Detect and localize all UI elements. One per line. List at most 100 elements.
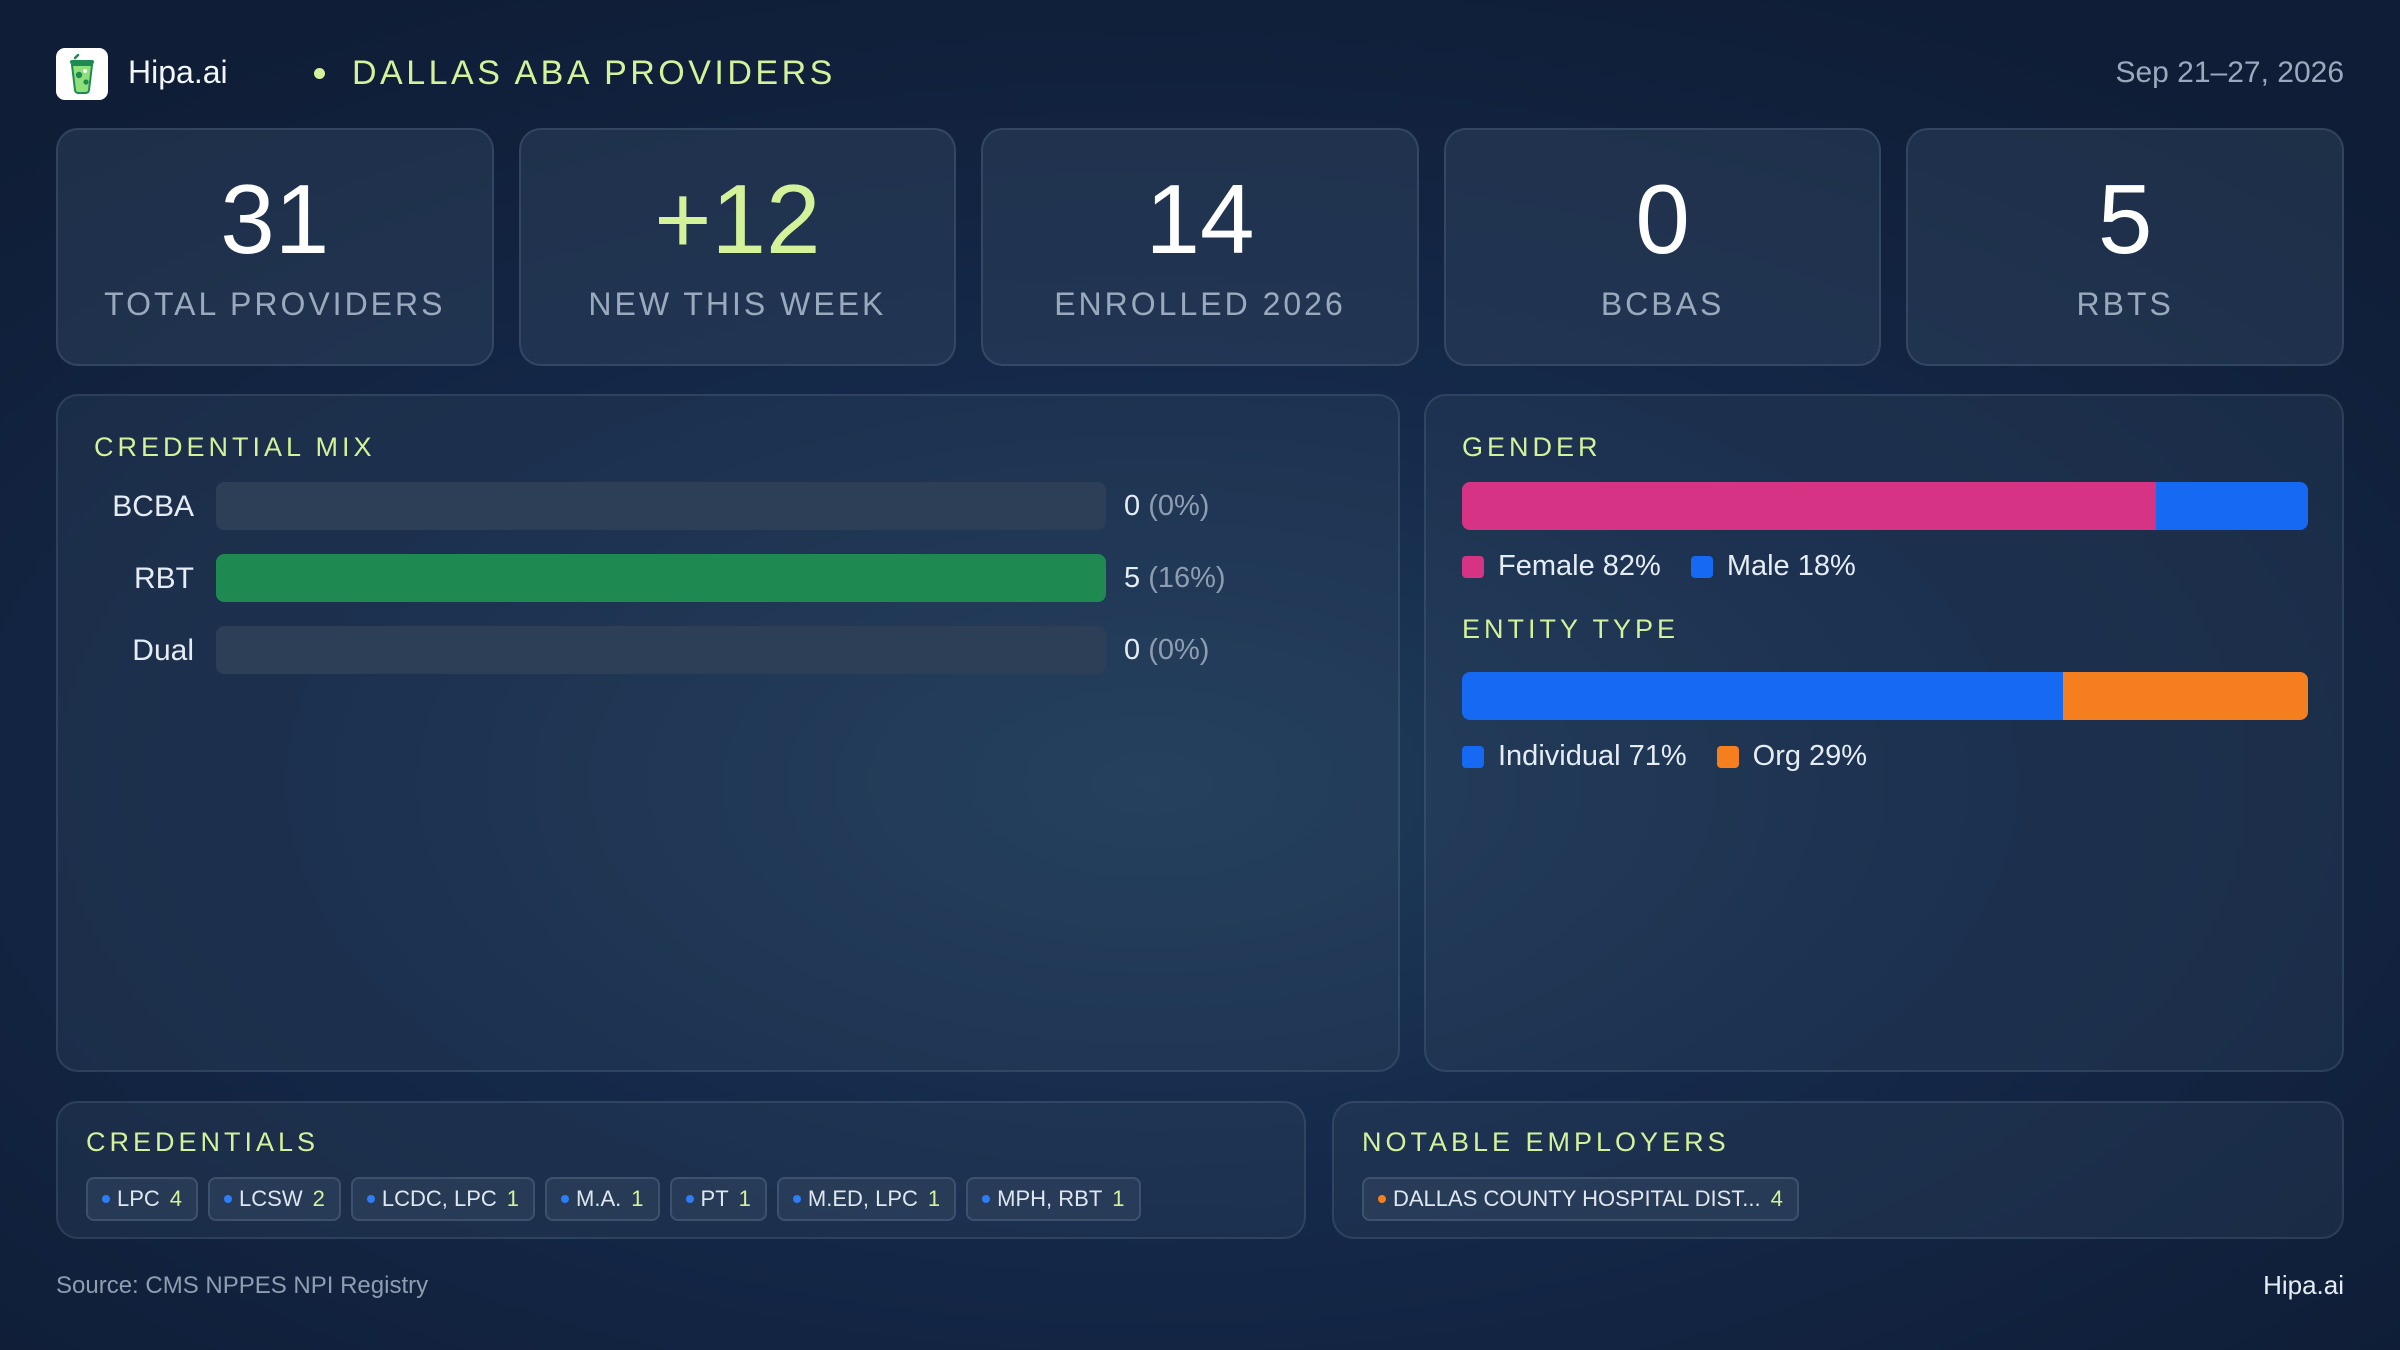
- bar-label: BCBA: [112, 490, 194, 523]
- legend-item-female: Female 82%: [1462, 550, 1661, 583]
- chip-count: 1: [631, 1186, 644, 1211]
- chip-label: LPC: [117, 1186, 160, 1211]
- legend-swatch: [1462, 555, 1484, 578]
- employer-chips: DALLAS COUNTY HOSPITAL DIST... 4: [1362, 1177, 1799, 1221]
- chip-label: PT: [700, 1186, 729, 1211]
- bar-value: 0 (0%): [1124, 634, 1209, 667]
- bar-fill: [216, 554, 1106, 602]
- chip-count: 1: [927, 1186, 941, 1211]
- separator-dot: [314, 68, 325, 79]
- gender-title: GENDER: [1462, 432, 1602, 462]
- chip-label: M.A.: [576, 1186, 622, 1211]
- footer-source: Source: CMS NPPES NPI Registry: [56, 1272, 429, 1299]
- bar-percent: (16%): [1148, 562, 1226, 594]
- kpi-label: RBTS: [2076, 286, 2174, 322]
- chip-count: 1: [506, 1186, 520, 1211]
- kpi-value: 5: [2097, 164, 2153, 274]
- panel-title: CREDENTIALS: [86, 1127, 320, 1157]
- chip-label: DALLAS COUNTY HOSPITAL DIST...: [1393, 1186, 1761, 1211]
- logo[interactable]: [56, 48, 108, 100]
- chip-dot: [792, 1195, 801, 1203]
- app-name: Hipa.ai: [128, 54, 228, 90]
- legend-label: Female 82%: [1498, 550, 1661, 582]
- kpi-label: BCBAS: [1600, 286, 1725, 322]
- chip-count: 2: [312, 1186, 325, 1211]
- bar-count: 0: [1124, 490, 1141, 522]
- chip-label: LCSW: [239, 1186, 303, 1211]
- chip-dot: [366, 1195, 375, 1203]
- bar-percent: (0%): [1148, 634, 1210, 666]
- legend-swatch: [1716, 745, 1739, 768]
- page-title: DALLAS ABA PROVIDERS: [352, 54, 836, 92]
- credentials-panel: CREDENTIALS LPC 4 LCSW 2 LCDC, LPC 1 M.A…: [56, 1101, 1306, 1239]
- bar-value: 0 (0%): [1124, 490, 1209, 523]
- gender-segment-female: [1462, 482, 2156, 530]
- legend-label: Individual 71%: [1498, 740, 1687, 772]
- cocktail-glass-icon: [70, 54, 94, 94]
- legend-item-individual: Individual 71%: [1462, 740, 1687, 773]
- bar-track: [216, 554, 1106, 602]
- credential-mix-panel: CREDENTIAL MIX BCBA 0 (0%) RBT 5 (16%) D…: [56, 394, 1400, 1072]
- bar-label: RBT: [134, 562, 194, 595]
- gender-stacked-bar: [1462, 482, 2308, 530]
- legend-swatch: [1690, 555, 1713, 578]
- credential-chip[interactable]: MPH, RBT 1: [966, 1177, 1141, 1221]
- entity-segment-individual: [1462, 672, 2063, 720]
- bar-row-dual: Dual 0 (0%): [58, 626, 1398, 674]
- credential-chip[interactable]: LCSW 2: [208, 1177, 341, 1221]
- kpi-row: 31 TOTAL PROVIDERS +12 NEW THIS WEEK 14 …: [56, 128, 2344, 366]
- kpi-card-new-this-week: +12 NEW THIS WEEK: [518, 128, 957, 366]
- credential-chip[interactable]: LCDC, LPC 1: [350, 1177, 536, 1221]
- kpi-card-rbts: 5 RBTS: [1906, 128, 2344, 366]
- gender-segment-male: [2155, 482, 2308, 530]
- legend-item-org: Org 29%: [1716, 740, 1867, 773]
- footer-brand[interactable]: Hipa.ai: [2263, 1270, 2344, 1301]
- bar-row-bcba: BCBA 0 (0%): [58, 482, 1398, 530]
- bar-count: 5: [1124, 562, 1141, 594]
- chip-dot: [102, 1195, 110, 1203]
- chip-dot: [982, 1195, 991, 1203]
- entity-segment-org: [2062, 672, 2308, 720]
- chip-label: LCDC, LPC: [381, 1186, 497, 1211]
- employer-chip[interactable]: DALLAS COUNTY HOSPITAL DIST... 4: [1362, 1177, 1799, 1221]
- chip-count: 4: [1770, 1186, 1783, 1211]
- legend-label: Male 18%: [1726, 550, 1856, 582]
- bar-value: 5 (16%): [1124, 562, 1226, 595]
- notable-employers-panel: NOTABLE EMPLOYERS DALLAS COUNTY HOSPITAL…: [1332, 1101, 2344, 1239]
- chip-count: 1: [738, 1186, 751, 1211]
- chip-label: M.ED, LPC: [807, 1186, 918, 1211]
- chip-dot: [685, 1195, 694, 1203]
- credential-chips: LPC 4 LCSW 2 LCDC, LPC 1 M.A. 1 PT 1 M.E…: [86, 1177, 1141, 1221]
- kpi-value: 14: [1145, 164, 1255, 274]
- demographics-panel: GENDER Female 82% Male 18% ENTITY TYPE I…: [1424, 394, 2344, 1072]
- credential-chip[interactable]: M.A. 1: [545, 1177, 660, 1221]
- entity-type-title: ENTITY TYPE: [1462, 614, 1680, 644]
- chip-dot: [561, 1195, 570, 1203]
- bar-track: [216, 482, 1106, 530]
- credential-chip[interactable]: M.ED, LPC 1: [776, 1177, 957, 1221]
- chip-count: 4: [169, 1186, 183, 1211]
- panel-title: NOTABLE EMPLOYERS: [1362, 1127, 1730, 1157]
- kpi-card-enrolled: 14 ENROLLED 2026: [981, 128, 1419, 366]
- chip-dot: [224, 1195, 233, 1203]
- kpi-value: +12: [654, 164, 821, 274]
- kpi-label: TOTAL PROVIDERS: [104, 286, 446, 322]
- legend-swatch: [1462, 745, 1484, 768]
- bar-count: 0: [1124, 634, 1141, 666]
- bar-percent: (0%): [1148, 490, 1210, 522]
- header: Hipa.ai DALLAS ABA PROVIDERS Sep 21–27, …: [56, 46, 2344, 102]
- bar-row-rbt: RBT 5 (16%): [58, 554, 1398, 602]
- entity-type-stacked-bar: [1462, 672, 2308, 720]
- kpi-card-bcbas: 0 BCBAS: [1443, 128, 1882, 366]
- credential-chip[interactable]: PT 1: [669, 1177, 767, 1221]
- credential-chip[interactable]: LPC 4: [86, 1177, 199, 1221]
- entity-type-legend: Individual 71% Org 29%: [1462, 740, 1897, 773]
- kpi-value: 31: [220, 164, 330, 274]
- chip-dot: [1378, 1195, 1386, 1203]
- chip-label: MPH, RBT: [997, 1186, 1103, 1211]
- chip-count: 1: [1112, 1186, 1125, 1211]
- panel-title: CREDENTIAL MIX: [94, 432, 376, 462]
- bar-track: [216, 626, 1106, 674]
- date-range: Sep 21–27, 2026: [2115, 56, 2344, 89]
- kpi-value: 0: [1635, 164, 1690, 274]
